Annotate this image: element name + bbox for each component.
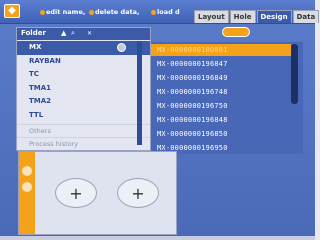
data-row[interactable]: MX-0000000196848 <box>151 114 291 126</box>
folder-footer: Others Process history <box>17 124 150 150</box>
folder-item-others[interactable]: Others <box>17 124 150 137</box>
folder-list: MX RAYBAN TC TMA1 TMA2 TTL <box>17 41 150 122</box>
toggle-pill-button[interactable] <box>222 27 250 37</box>
folder-item-mx[interactable]: MX <box>17 41 150 55</box>
data-row[interactable]: MX-0000000196847 <box>151 58 291 70</box>
folder-item-rayban[interactable]: RAYBAN <box>17 55 150 69</box>
data-row[interactable]: MX-0000000100081 <box>151 44 291 56</box>
folder-badge-icon <box>117 43 126 52</box>
right-lens-shape[interactable]: + <box>117 178 159 208</box>
tab-layout[interactable]: Layout <box>194 10 229 23</box>
preview-dot-icon[interactable] <box>22 166 32 176</box>
orange-dot-icon <box>151 9 156 15</box>
folder-header: Folder ▲ ⌕ ✕ <box>17 28 150 40</box>
app-logo-icon: ◆ <box>4 4 20 18</box>
data-row[interactable]: MX-0000000196748 <box>151 86 291 98</box>
data-row[interactable]: MX-0000000196750 <box>151 100 291 112</box>
folder-panel: Folder ▲ ⌕ ✕ MX RAYBAN TC TMA1 TMA2 TTL … <box>16 27 151 151</box>
folder-scrollbar[interactable] <box>137 41 142 145</box>
left-lens-shape[interactable]: + <box>55 178 97 208</box>
folder-item-ttl[interactable]: TTL <box>17 109 150 123</box>
folder-title: Folder <box>21 29 46 37</box>
center-cross-icon: + <box>69 183 83 203</box>
tab-design[interactable]: Design <box>256 10 292 23</box>
data-row[interactable]: MX-0000000196850 <box>151 128 291 140</box>
preview-side-strip <box>19 152 35 234</box>
preview-dot-icon[interactable] <box>22 182 32 192</box>
orange-dot-icon <box>40 9 45 15</box>
bottom-bar <box>0 236 315 240</box>
data-list-scrollbar[interactable] <box>291 44 298 104</box>
hint-delete-data: delete data, <box>89 8 139 16</box>
folder-item-tma2[interactable]: TMA2 <box>17 95 150 109</box>
top-toolbar: ◆ edit name, delete data, load d Layout … <box>0 0 320 24</box>
tab-data[interactable]: Data <box>292 10 320 23</box>
folder-item-tma1[interactable]: TMA1 <box>17 82 150 96</box>
app-screen: ◆ edit name, delete data, load d Layout … <box>0 0 320 240</box>
center-cross-icon: + <box>131 183 145 203</box>
orange-dot-icon <box>89 9 94 15</box>
lens-preview-panel: + + <box>18 151 177 235</box>
data-list-panel: MX-0000000100081 MX-0000000196847 MX-000… <box>151 42 303 154</box>
sort-up-icon[interactable]: ▲ <box>61 29 66 37</box>
hint-edit-name: edit name, <box>40 8 85 16</box>
folder-item-process-history[interactable]: Process history <box>17 137 150 150</box>
tab-bar: Layout Hole Design Data <box>194 10 320 23</box>
folder-item-tc[interactable]: TC <box>17 68 150 82</box>
close-icon[interactable]: ✕ <box>87 30 93 37</box>
hint-load-data: load d <box>151 8 180 16</box>
data-row[interactable]: MX-0000000196849 <box>151 72 291 84</box>
search-icon[interactable]: ⌕ <box>71 29 81 38</box>
tab-hole[interactable]: Hole <box>229 10 256 23</box>
